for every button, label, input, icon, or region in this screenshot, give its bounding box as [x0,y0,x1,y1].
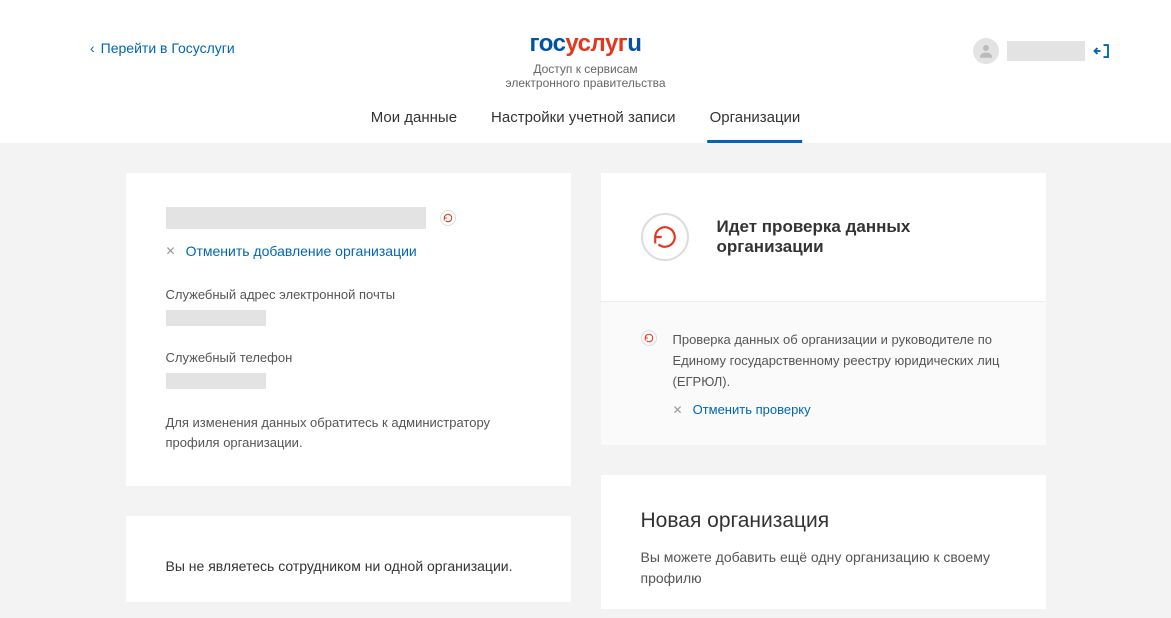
username[interactable] [1007,41,1085,61]
logo-subtitle-1: Доступ к сервисам [505,62,665,76]
check-title: Идет проверка данных организации [717,217,1006,257]
left-column: ✕ Отменить добавление организации Служеб… [126,173,571,618]
logo: госуслугu [505,30,665,58]
right-column: Идет проверка данных организации Проверк… [601,173,1046,618]
close-icon: ✕ [673,403,683,417]
tab-my-data[interactable]: Мои данные [369,109,459,143]
check-header: Идет проверка данных организации [601,173,1046,301]
tab-organizations[interactable]: Организации [708,109,803,143]
chevron-left-icon: ‹ [90,40,95,56]
refresh-small-icon [641,330,657,346]
cancel-check-link[interactable]: ✕ Отменить проверку [673,402,1006,417]
email-value [166,310,266,326]
organization-card: ✕ Отменить добавление организации Служеб… [126,173,571,486]
admin-note: Для изменения данных обратитесь к админи… [166,413,531,452]
cancel-add-label: Отменить добавление организации [186,243,417,259]
big-refresh-icon [641,213,689,261]
new-org-text: Вы можете добавить ещё одну организацию … [641,547,1006,589]
tab-account-settings[interactable]: Настройки учетной записи [489,109,678,143]
cancel-add-org-link[interactable]: ✕ Отменить добавление организации [166,243,531,259]
back-to-gosuslugi-link[interactable]: ‹ Перейти в Госуслуги [90,40,235,56]
logo-area: госуслугu Доступ к сервисам электронного… [505,30,665,90]
logo-subtitle-2: электронного правительства [505,76,665,90]
back-link-label: Перейти в Госуслуги [101,40,235,56]
phone-label: Служебный телефон [166,350,531,365]
check-card: Идет проверка данных организации Проверк… [601,173,1046,445]
phone-value [166,373,266,389]
check-body-text-wrap: Проверка данных об организации и руковод… [673,330,1006,417]
user-area [973,38,1111,64]
avatar[interactable] [973,38,999,64]
check-body-text: Проверка данных об организации и руковод… [673,330,1006,392]
new-org-title: Новая организация [641,509,1006,533]
check-body: Проверка данных об организации и руковод… [601,301,1046,445]
employee-card: Вы не являетесь сотрудником ни одной орг… [126,516,571,602]
email-label: Служебный адрес электронной почты [166,287,531,302]
email-field-group: Служебный адрес электронной почты [166,287,531,326]
user-icon [977,42,995,60]
org-name-row [166,207,531,229]
employee-note: Вы не являетесь сотрудником ни одной орг… [166,550,531,582]
cancel-check-label: Отменить проверку [693,402,811,417]
tabs: Мои данные Настройки учетной записи Орга… [369,109,803,143]
content: ✕ Отменить добавление организации Служеб… [0,143,1171,618]
close-icon: ✕ [166,244,176,258]
new-org-card: Новая организация Вы можете добавить ещё… [601,475,1046,609]
phone-field-group: Служебный телефон [166,350,531,389]
header: ‹ Перейти в Госуслуги госуслугu Доступ к… [0,0,1171,143]
logout-icon[interactable] [1093,42,1111,60]
org-name [166,207,426,229]
refresh-icon[interactable] [440,210,456,226]
